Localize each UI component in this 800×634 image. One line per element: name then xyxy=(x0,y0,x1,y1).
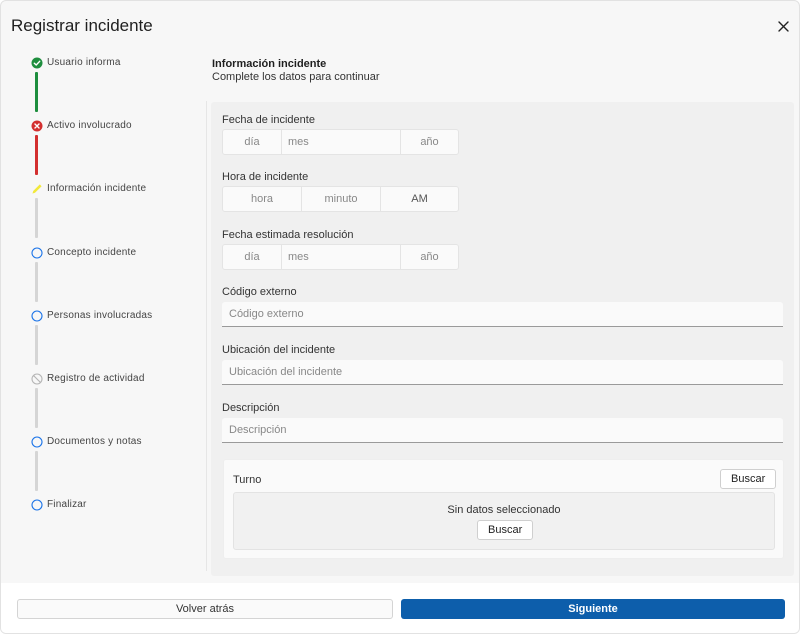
step-connector xyxy=(35,325,38,365)
codigo-externo-input[interactable] xyxy=(222,302,783,327)
turno-empty-state: Sin datos seleccionado Buscar xyxy=(233,492,775,550)
step-activo-involucrado[interactable]: Activo involucrado xyxy=(29,118,199,138)
stepper: Usuario informa Activo involucrado Infor… xyxy=(29,55,199,525)
register-incident-dialog: Registrar incidente Usuario informa Acti… xyxy=(0,0,800,634)
descripcion-label: Descripción xyxy=(222,402,280,414)
hora-incidente-label: Hora de incidente xyxy=(222,171,309,183)
step-label: Personas involucradas xyxy=(47,310,153,321)
circle-icon xyxy=(31,436,43,448)
fecha-resolucion-input: día mes año xyxy=(222,244,459,270)
codigo-externo-label: Código externo xyxy=(222,286,297,298)
month-field[interactable]: mes xyxy=(282,130,401,154)
empty-state-text: Sin datos seleccionado xyxy=(447,504,561,516)
step-registro-actividad: Registro de actividad xyxy=(29,371,199,391)
error-circle-icon xyxy=(31,120,43,132)
month-field[interactable]: mes xyxy=(282,245,401,269)
circle-icon xyxy=(31,310,43,322)
step-connector xyxy=(35,135,38,175)
circle-icon xyxy=(31,499,43,511)
fecha-incidente-label: Fecha de incidente xyxy=(222,114,315,126)
descripcion-input[interactable] xyxy=(222,418,783,443)
hora-incidente-input: hora minuto AM xyxy=(222,186,459,212)
step-label: Documentos y notas xyxy=(47,436,142,447)
blocked-circle-icon xyxy=(31,373,43,385)
step-connector xyxy=(35,451,38,491)
step-connector xyxy=(35,388,38,428)
step-label: Activo involucrado xyxy=(47,120,132,131)
check-circle-icon xyxy=(31,57,43,69)
sidebar-divider xyxy=(206,101,207,571)
hour-field[interactable]: hora xyxy=(223,187,302,211)
section-title: Información incidente xyxy=(212,58,327,70)
step-label: Usuario informa xyxy=(47,57,121,68)
step-label: Finalizar xyxy=(47,499,87,510)
step-personas-involucradas[interactable]: Personas involucradas xyxy=(29,308,199,328)
dialog-title: Registrar incidente xyxy=(11,16,153,35)
step-connector xyxy=(35,198,38,238)
year-field[interactable]: año xyxy=(401,130,458,154)
turno-card: Turno Buscar Sin datos seleccionado Busc… xyxy=(223,459,784,559)
pencil-icon xyxy=(32,184,42,194)
day-field[interactable]: día xyxy=(223,245,282,269)
step-connector xyxy=(35,262,38,302)
dialog-footer: Volver atrás Siguiente xyxy=(1,583,799,633)
ubicacion-input[interactable] xyxy=(222,360,783,385)
step-usuario-informa[interactable]: Usuario informa xyxy=(29,55,199,75)
day-field[interactable]: día xyxy=(223,130,282,154)
back-button[interactable]: Volver atrás xyxy=(17,599,393,619)
close-button[interactable] xyxy=(773,16,793,36)
step-informacion-incidente[interactable]: Información incidente xyxy=(29,181,199,201)
step-label: Concepto incidente xyxy=(47,247,137,258)
year-field[interactable]: año xyxy=(401,245,458,269)
dialog-header: Registrar incidente xyxy=(1,1,799,51)
step-documentos-notas[interactable]: Documentos y notas xyxy=(29,434,199,454)
turno-search-button[interactable]: Buscar xyxy=(720,469,777,489)
circle-icon xyxy=(31,247,43,259)
close-icon xyxy=(777,20,789,32)
step-label: Información incidente xyxy=(47,183,147,194)
step-label: Registro de actividad xyxy=(47,373,145,384)
empty-state-search-button[interactable]: Buscar xyxy=(477,520,534,540)
section-subtitle: Complete los datos para continuar xyxy=(212,71,380,83)
fecha-resolucion-label: Fecha estimada resolución xyxy=(222,229,354,241)
am-pm-field[interactable]: AM xyxy=(381,187,458,211)
fecha-incidente-input: día mes año xyxy=(222,129,459,155)
turno-label: Turno xyxy=(233,474,262,486)
step-connector xyxy=(35,72,38,112)
ubicacion-label: Ubicación del incidente xyxy=(222,344,336,356)
step-finalizar[interactable]: Finalizar xyxy=(29,497,199,517)
next-button[interactable]: Siguiente xyxy=(401,599,785,619)
minute-field[interactable]: minuto xyxy=(302,187,381,211)
step-concepto-incidente[interactable]: Concepto incidente xyxy=(29,245,199,265)
